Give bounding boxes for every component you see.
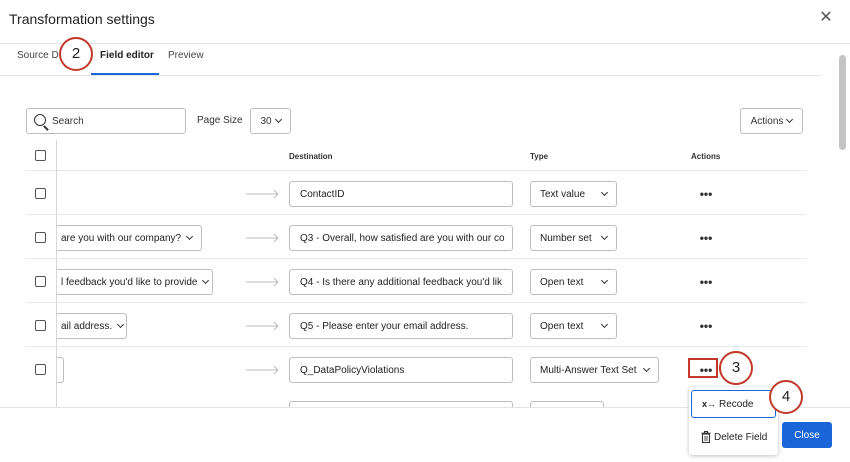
page-size-value: 30: [260, 115, 272, 127]
close-icon[interactable]: ✕: [818, 10, 834, 26]
tabs-divider: [0, 75, 820, 76]
row-actions-menu: x→ Recode Delete Field: [689, 387, 778, 455]
type-select[interactable]: Open text: [530, 313, 617, 339]
page-size-label: Page Size: [197, 115, 243, 126]
row-actions-icon[interactable]: •••: [697, 232, 715, 244]
row-actions-icon[interactable]: •••: [697, 364, 715, 376]
arrow-right-icon: [246, 233, 279, 243]
menu-item-recode-label: Recode: [719, 398, 754, 410]
source-field-select[interactable]: are you with our company?: [57, 225, 202, 251]
type-select[interactable]: Text value: [530, 181, 617, 207]
row-checkbox[interactable]: [35, 232, 46, 243]
chevron-down-icon: [202, 276, 210, 285]
row-actions-icon[interactable]: •••: [697, 188, 715, 200]
menu-item-recode[interactable]: x→ Recode: [691, 390, 776, 418]
source-field-select[interactable]: [57, 357, 64, 383]
type-select[interactable]: Number set: [530, 225, 617, 251]
search-field[interactable]: [26, 108, 186, 134]
type-select-value: Open text: [540, 276, 584, 288]
chevron-down-icon: [186, 232, 194, 241]
chevron-down-icon: [117, 320, 125, 329]
chevron-down-icon: [600, 232, 609, 241]
actions-button-label: Actions: [750, 115, 784, 127]
row-checkbox[interactable]: [35, 188, 46, 199]
chevron-down-icon: [642, 364, 651, 373]
column-header-type: Type: [530, 152, 549, 161]
arrow-right-icon: [246, 277, 279, 287]
chevron-down-icon: [600, 276, 609, 285]
row-actions-icon[interactable]: •••: [697, 276, 715, 288]
type-select-value: Number set: [540, 232, 592, 244]
row-checkbox[interactable]: [35, 320, 46, 331]
destination-field[interactable]: Q4 - Is there any additional feedback yo…: [289, 269, 513, 295]
column-header-destination: Destination: [289, 152, 333, 161]
row-divider: [26, 258, 806, 259]
recode-icon: x→: [702, 399, 717, 409]
search-input[interactable]: [52, 111, 182, 131]
step-marker-2: 2: [59, 37, 93, 71]
select-all-checkbox[interactable]: [35, 150, 46, 161]
modal-title: Transformation settings: [9, 11, 155, 27]
chevron-down-icon: [600, 188, 609, 197]
type-select-value: Open text: [540, 320, 584, 332]
search-icon: [34, 114, 46, 126]
arrow-right-icon: [246, 321, 279, 331]
destination-field[interactable]: ContactID: [289, 181, 513, 207]
source-field-value: ail address.: [61, 320, 113, 332]
source-field-select[interactable]: l feedback you'd like to provide: [57, 269, 213, 295]
menu-item-delete-field[interactable]: Delete Field: [691, 423, 776, 451]
menu-item-delete-label: Delete Field: [714, 431, 768, 443]
destination-field[interactable]: Q_DataPolicyViolations: [289, 357, 513, 383]
arrow-right-icon: [246, 189, 279, 199]
step-marker-4: 4: [769, 380, 803, 414]
row-checkbox[interactable]: [35, 276, 46, 287]
tab-source-data[interactable]: Source D: [17, 50, 59, 61]
type-select[interactable]: Open text: [530, 269, 617, 295]
close-button[interactable]: Close: [782, 422, 832, 448]
type-select-value: Text value: [540, 188, 586, 200]
trash-icon: [701, 431, 711, 443]
tab-preview[interactable]: Preview: [168, 50, 204, 61]
tab-field-editor[interactable]: Field editor: [100, 50, 154, 61]
chevron-down-icon: [786, 115, 794, 124]
row-checkbox[interactable]: [35, 364, 46, 375]
chevron-down-icon: [274, 115, 282, 124]
source-field-select[interactable]: ail address.: [57, 313, 127, 339]
row-divider: [26, 302, 806, 303]
type-select-value: Multi-Answer Text Set: [540, 364, 637, 376]
chevron-down-icon: [600, 320, 609, 329]
page-size-select[interactable]: 30: [250, 108, 291, 134]
column-header-actions: Actions: [691, 152, 721, 161]
scrollbar[interactable]: [839, 55, 846, 150]
header-divider: [0, 43, 850, 44]
arrow-right-icon: [246, 365, 279, 375]
row-divider: [26, 346, 806, 347]
row-divider: [26, 214, 806, 215]
source-field-value: l feedback you'd like to provide: [61, 276, 198, 288]
source-field-value: are you with our company?: [61, 232, 182, 244]
actions-button[interactable]: Actions: [740, 108, 803, 134]
step-marker-3: 3: [719, 351, 753, 385]
row-actions-icon[interactable]: •••: [697, 320, 715, 332]
type-select[interactable]: Multi-Answer Text Set: [530, 357, 659, 383]
destination-field[interactable]: Q5 - Please enter your email address.: [289, 313, 513, 339]
row-divider: [26, 170, 806, 171]
destination-field[interactable]: Q3 - Overall, how satisfied are you with…: [289, 225, 513, 251]
